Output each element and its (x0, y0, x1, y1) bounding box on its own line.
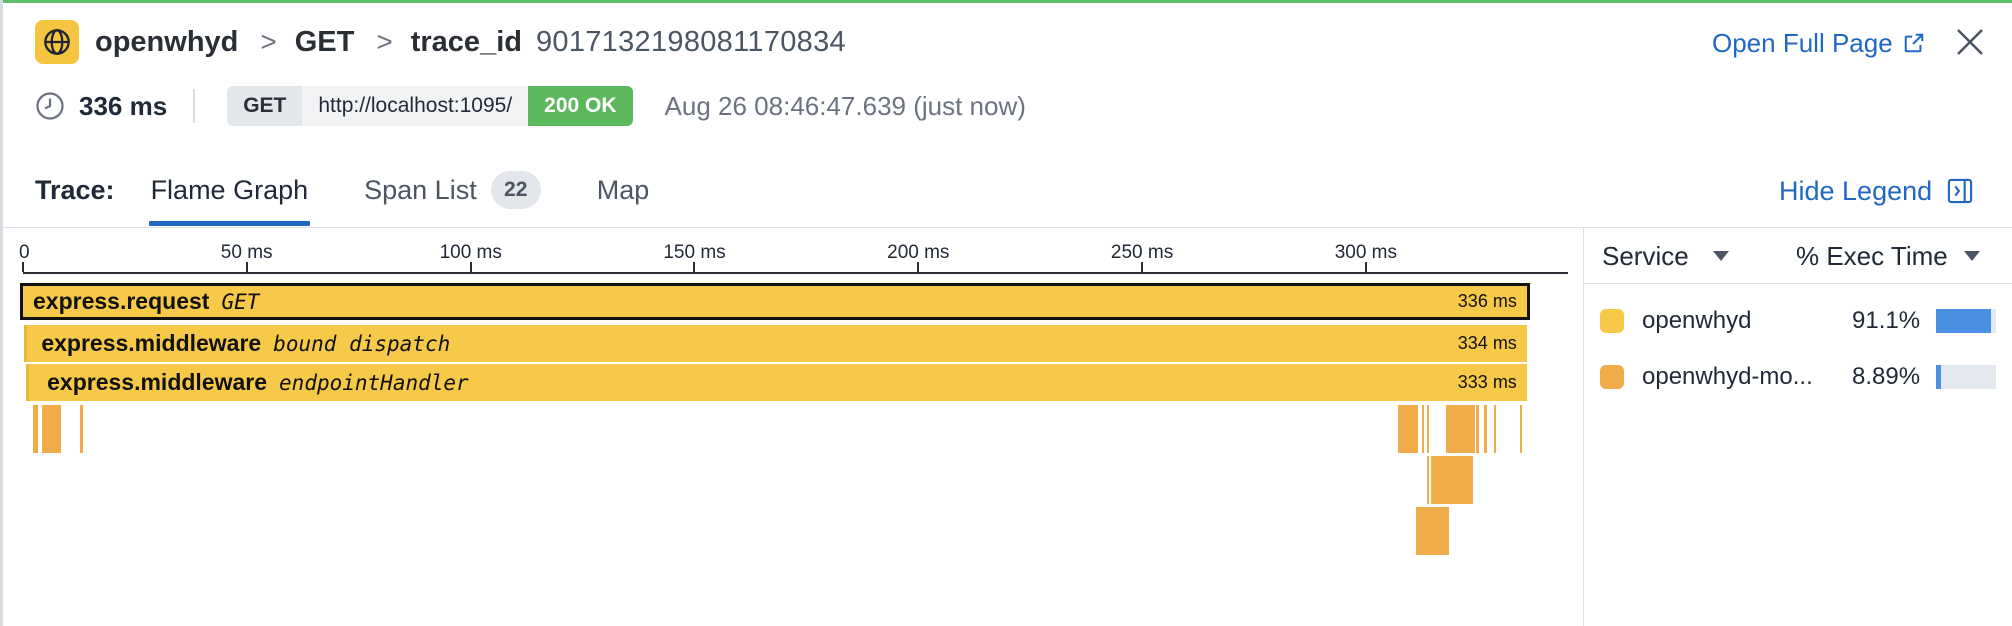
tab-span-list-label: Span List (364, 175, 477, 205)
axis-tick-label: 0 (19, 242, 30, 263)
trace-timestamp: Aug 26 08:46:47.639 (just now) (664, 90, 1026, 121)
flame-span[interactable]: express.request GET 336 ms (20, 283, 1530, 320)
legend-header-divider (1584, 283, 2012, 284)
service-color-swatch (1600, 309, 1624, 333)
flame-span-small[interactable] (80, 405, 83, 453)
exec-time-bar-fill (1936, 365, 1942, 389)
span-resource: endpointHandler (279, 370, 469, 395)
flame-span-small[interactable] (1519, 405, 1523, 453)
flame-span-small[interactable] (1493, 405, 1497, 453)
exec-time-bar (1936, 309, 1996, 333)
legend-exec-time-header: % Exec Time (1796, 240, 1948, 271)
legend-service-name: openwhyd-mo... (1642, 363, 1813, 390)
request-pill: GET http://localhost:1095/ 200 OK (227, 86, 633, 126)
trace-header: openwhyd > GET > trace_id 90171321980811… (35, 19, 846, 65)
span-operation-name: express.middleware (41, 330, 262, 356)
external-link-icon (1904, 33, 1923, 53)
legend-exec-pct: 91.1% (1852, 307, 1921, 334)
flame-span[interactable]: express.middleware endpointHandler 333 ms (26, 364, 1527, 401)
hide-legend-label: Hide Legend (1779, 175, 1933, 206)
legend-exec-pct: 8.89% (1852, 363, 1921, 390)
globe-icon (35, 20, 79, 64)
flame-span-small[interactable] (1483, 405, 1487, 453)
trace-id-label: trace_id (410, 25, 522, 58)
tab-flame-graph[interactable]: Flame Graph (148, 168, 310, 226)
span-duration: 333 ms (1457, 372, 1517, 392)
span-duration: 336 ms (1457, 291, 1517, 311)
clock-icon (36, 92, 64, 120)
flame-span-small[interactable] (1431, 456, 1474, 504)
span-operation-name: express.middleware (47, 369, 268, 395)
legend-row[interactable]: openwhyd 91.1% (1600, 304, 2000, 338)
open-full-page-link[interactable]: Open Full Page (1712, 26, 1925, 60)
axis-tick-label: 200 ms (887, 242, 950, 263)
legend-service-name: openwhyd (1642, 307, 1752, 334)
close-icon (1957, 29, 1983, 55)
axis-tick-label: 100 ms (439, 242, 502, 263)
legend-row[interactable]: openwhyd-mo... 8.89% (1600, 360, 2000, 394)
trace-duration: 336 ms (79, 90, 168, 121)
flame-span-small[interactable] (41, 405, 61, 453)
span-resource: bound dispatch (273, 331, 451, 356)
flame-span-small[interactable] (1446, 405, 1475, 453)
request-summary: 336 ms GET http://localhost:1095/ 200 OK… (35, 86, 1026, 126)
open-full-page-label: Open Full Page (1712, 27, 1893, 58)
axis-tick-label: 150 ms (663, 242, 726, 263)
legend-divider (1583, 228, 1584, 626)
caret-down-icon (1963, 251, 1980, 261)
time-axis (23, 272, 1568, 274)
flame-span-small[interactable] (1476, 405, 1479, 453)
span-duration: 334 ms (1457, 333, 1517, 353)
exec-time-bar (1936, 365, 1996, 389)
request-url: http://localhost:1095/ (302, 86, 529, 126)
divider (193, 89, 196, 123)
close-button[interactable] (1952, 24, 1988, 60)
legend-exec-time-sort[interactable]: % Exec Time (1796, 238, 1980, 274)
tab-span-list[interactable]: Span List 22 (364, 168, 541, 212)
exec-time-bar-fill (1936, 309, 1991, 333)
span-resource: GET (221, 289, 260, 314)
request-method-badge: GET (227, 86, 303, 126)
legend-service-sort[interactable]: Service (1602, 238, 1729, 274)
flame-span-small[interactable] (1426, 456, 1430, 504)
flame-span-small[interactable] (1426, 405, 1430, 453)
service-color-swatch (1600, 365, 1624, 389)
tab-map[interactable]: Map (597, 168, 650, 212)
span-count-badge: 22 (490, 171, 541, 209)
flame-span-small[interactable] (1397, 405, 1418, 453)
breadcrumb-service[interactable]: openwhyd (95, 26, 238, 59)
breadcrumb-method[interactable]: GET (295, 26, 355, 59)
flame-span-small[interactable] (32, 405, 38, 453)
span-operation-name: express.request (33, 288, 210, 314)
trace-tabs: Trace: Flame Graph Span List 22 Map (35, 168, 705, 228)
status-badge: 200 OK (528, 86, 633, 126)
tab-map-label: Map (596, 175, 650, 205)
axis-tick-label: 50 ms (220, 242, 273, 263)
trace-id-value: 9017132198081170834 (535, 25, 846, 58)
caret-down-icon (1712, 251, 1729, 261)
tab-flame-graph-label: Flame Graph (150, 175, 309, 205)
flame-span[interactable]: express.middleware bound dispatch 334 ms (24, 325, 1527, 362)
hide-legend-button[interactable]: Hide Legend (1779, 173, 1974, 209)
chevron-right-icon: > (376, 26, 393, 57)
trace-tabs-label: Trace: (35, 175, 115, 205)
flame-span-small[interactable] (1421, 405, 1424, 453)
axis-tick-label: 250 ms (1110, 242, 1174, 263)
top-accent-bar (0, 0, 2012, 3)
chevron-right-icon: > (260, 26, 277, 57)
flame-graph[interactable]: 0 50 ms 100 ms 150 ms 200 ms 250 ms 300 ms expr… (3, 228, 1583, 626)
axis-tick-label: 300 ms (1334, 242, 1398, 263)
flame-span-small[interactable] (1415, 507, 1450, 555)
collapse-panel-icon (1948, 178, 1973, 204)
legend-service-header: Service (1602, 240, 1689, 271)
